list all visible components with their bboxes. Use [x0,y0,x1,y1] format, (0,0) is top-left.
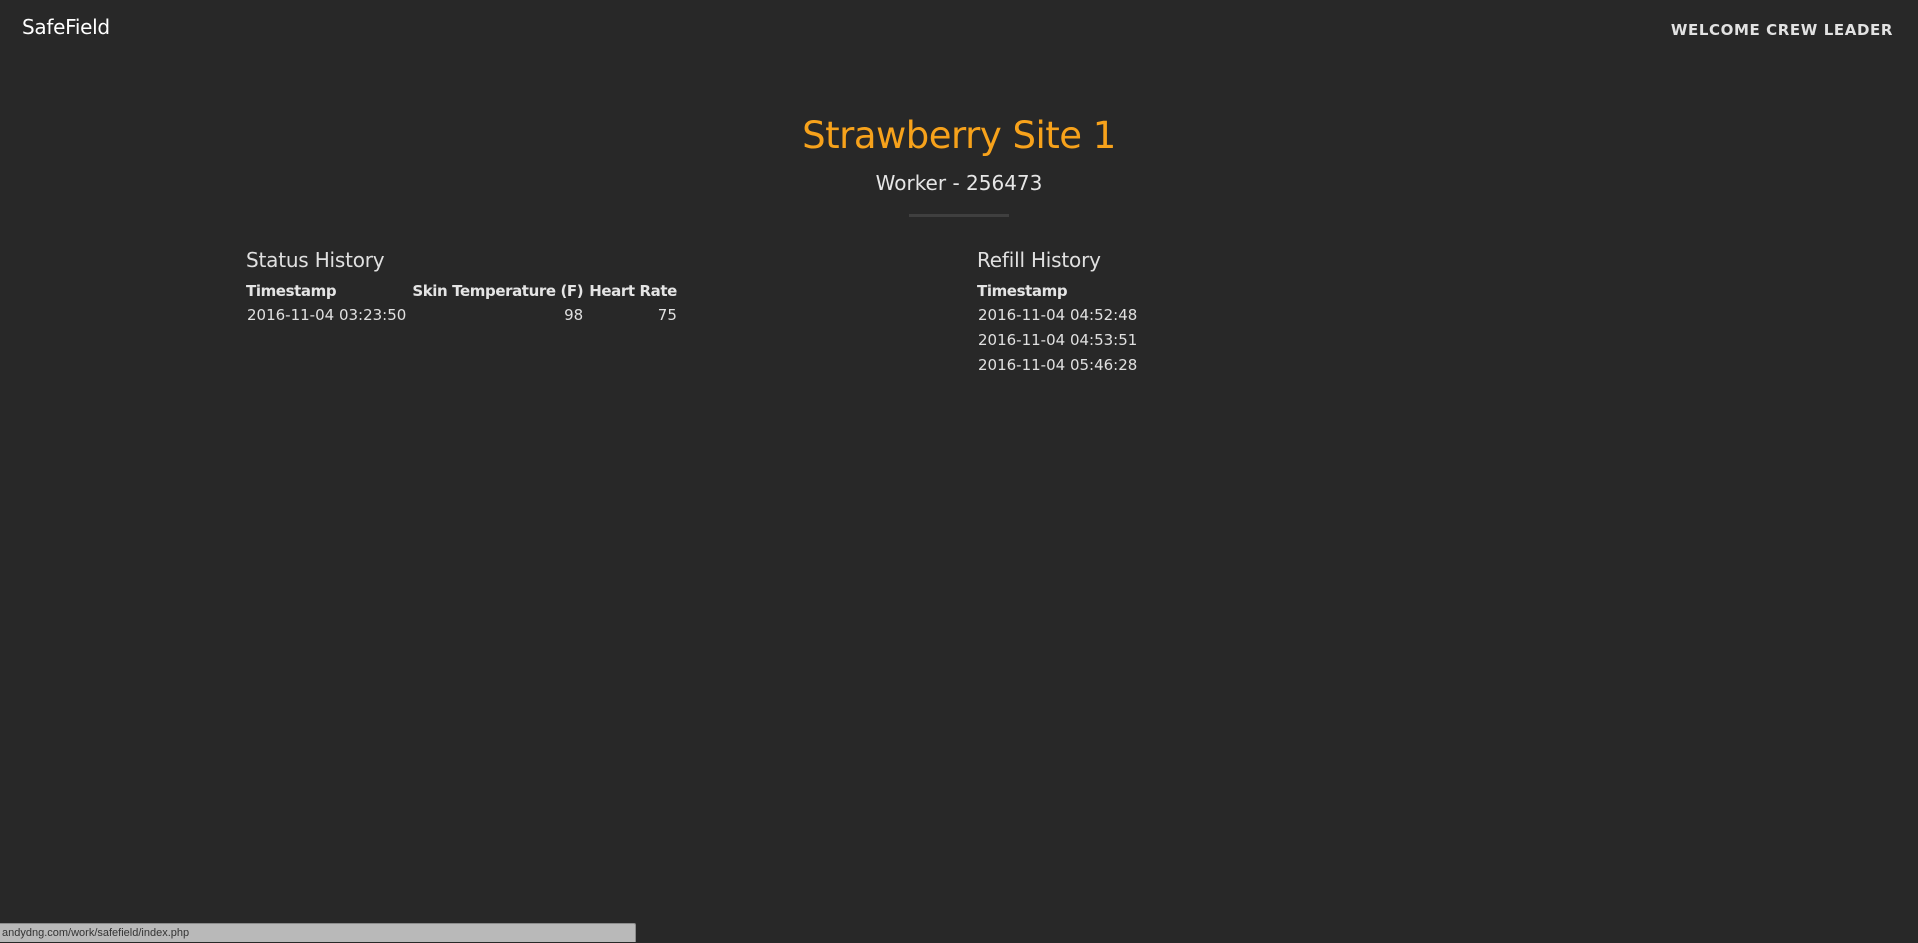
cell-timestamp: 2016-11-04 03:23:50 [247,305,407,324]
title-divider [909,214,1009,217]
refill-history-title: Refill History [977,248,1101,272]
worker-title: Worker - 256473 [875,171,1043,195]
table-row: 2016-11-04 03:23:50 98 75 [246,302,683,327]
status-history-table: Timestamp Skin Temperature (F) Heart Rat… [246,282,683,327]
status-history-section: Status History Timestamp Skin Temperatur… [246,248,683,327]
column-header-heart-rate: Heart Rate [589,282,677,300]
cell-timestamp: 2016-11-04 04:53:51 [978,330,1138,349]
column-header-timestamp: Timestamp [977,282,1068,300]
cell-heart-rate: 75 [657,305,677,324]
welcome-user-link[interactable]: WELCOME CREW LEADER [1671,21,1893,39]
status-history-title: Status History [246,248,385,272]
status-url: andydng.com/work/safefield/index.php [2,927,190,939]
cell-timestamp: 2016-11-04 04:52:48 [978,305,1138,324]
browser-status-bar: andydng.com/work/safefield/index.php [0,923,636,942]
table-row: 2016-11-04 04:53:51 [977,327,1143,352]
site-title: Strawberry Site 1 [802,114,1116,157]
table-row: 2016-11-04 04:52:48 [977,302,1143,327]
column-header-timestamp: Timestamp [246,282,337,300]
brand-logo-link[interactable]: SafeField [22,15,110,39]
cell-timestamp: 2016-11-04 05:46:28 [978,355,1138,374]
refill-history-table: Timestamp 2016-11-04 04:52:48 2016-11-04… [977,282,1143,377]
table-header-row: Timestamp Skin Temperature (F) Heart Rat… [246,282,683,302]
table-header-row: Timestamp [977,282,1143,302]
table-row: 2016-11-04 05:46:28 [977,352,1143,377]
cell-skin-temperature: 98 [564,305,584,324]
refill-history-section: Refill History Timestamp 2016-11-04 04:5… [977,248,1143,377]
column-header-skin-temperature: Skin Temperature (F) [412,282,584,300]
